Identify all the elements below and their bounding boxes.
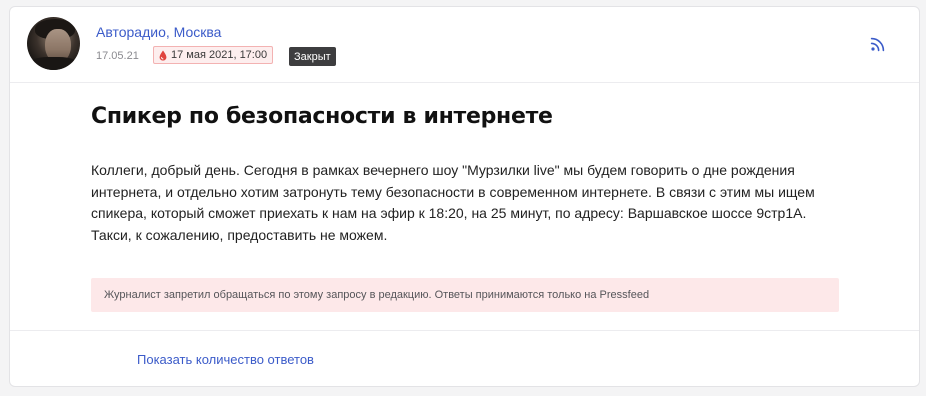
deadline-text: 17 мая 2021, 17:00 xyxy=(171,49,268,61)
notice-banner: Журналист запретил обращаться по этому з… xyxy=(91,278,839,312)
deadline-badge: 17 мая 2021, 17:00 xyxy=(153,46,274,64)
drop-icon xyxy=(159,50,167,60)
request-header: Авторадио, Москва 17.05.21 17 мая 2021, … xyxy=(10,7,919,83)
avatar[interactable] xyxy=(27,17,80,70)
request-title: Спикер по безопасности в интернете xyxy=(91,104,553,129)
rss-icon[interactable] xyxy=(870,36,886,52)
show-answers-link[interactable]: Показать количество ответов xyxy=(137,352,314,367)
notice-text: Журналист запретил обращаться по этому з… xyxy=(104,289,650,301)
request-card: Авторадио, Москва 17.05.21 17 мая 2021, … xyxy=(9,6,920,387)
published-date: 17.05.21 xyxy=(96,50,139,62)
source-link[interactable]: Авторадио, Москва xyxy=(96,24,221,40)
status-badge: Закрыт xyxy=(289,47,336,66)
divider xyxy=(10,330,919,331)
request-body: Коллеги, добрый день. Сегодня в рамках в… xyxy=(91,162,815,243)
